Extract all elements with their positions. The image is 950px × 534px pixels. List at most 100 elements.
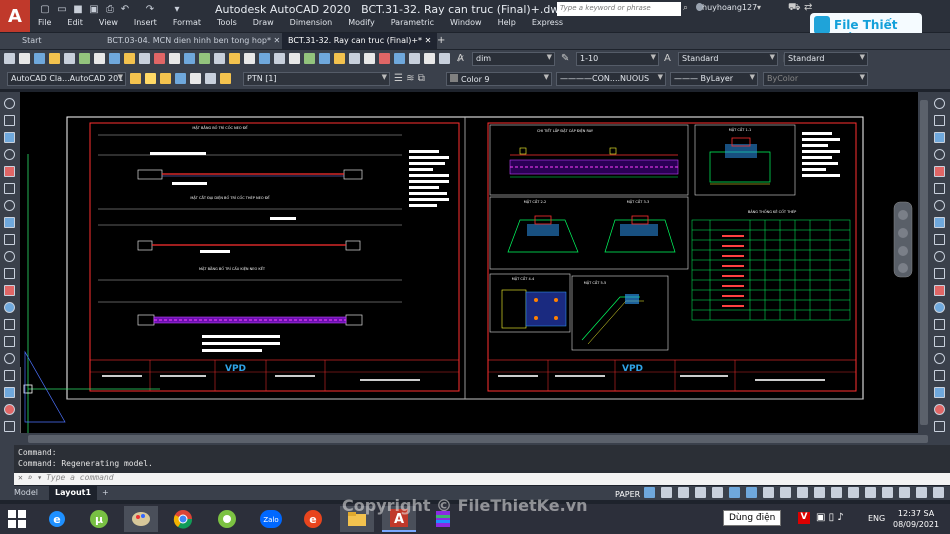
calculator-icon[interactable] bbox=[334, 53, 345, 64]
paint-icon[interactable] bbox=[124, 506, 158, 532]
lock-icon[interactable] bbox=[409, 53, 420, 64]
draw-tool-6-icon[interactable] bbox=[4, 183, 15, 194]
lightbulb-icon[interactable] bbox=[145, 73, 156, 84]
transparency-icon[interactable] bbox=[780, 487, 791, 498]
open-icon[interactable] bbox=[19, 53, 30, 64]
cut-icon[interactable] bbox=[94, 53, 105, 64]
search-input[interactable]: Type a keyword or phrase bbox=[557, 2, 681, 16]
dimension-style-dropdown[interactable]: dim ▼ bbox=[472, 52, 555, 66]
modify-tool-11-icon[interactable] bbox=[934, 268, 945, 279]
freeze-icon[interactable] bbox=[394, 53, 405, 64]
color-icon[interactable] bbox=[424, 53, 435, 64]
modify-tool-8-icon[interactable] bbox=[934, 217, 945, 228]
draw-tool-8-icon[interactable] bbox=[4, 217, 15, 228]
user-name[interactable]: huyhoang127 bbox=[702, 3, 757, 12]
modify-tool-2-icon[interactable] bbox=[934, 115, 945, 126]
tab-layout1[interactable]: Layout1 bbox=[49, 486, 98, 500]
layer-tools-icons[interactable]: ☰ ≋ ⧉ bbox=[394, 73, 438, 86]
close-icon[interactable]: ✕ bbox=[274, 36, 281, 45]
annotation-icon[interactable] bbox=[814, 487, 825, 498]
lineweight-icon[interactable] bbox=[763, 487, 774, 498]
undo-icon[interactable]: ↶ bbox=[118, 3, 132, 15]
draw-tool-10-icon[interactable] bbox=[4, 251, 15, 262]
clock[interactable]: 12:37 SA 08/09/2021 bbox=[893, 508, 939, 530]
modify-tool-10-icon[interactable] bbox=[934, 251, 945, 262]
ie-icon[interactable]: e bbox=[40, 506, 74, 532]
redo-icon[interactable]: ↷ bbox=[143, 3, 157, 15]
close-icon[interactable]: ✕ bbox=[425, 36, 432, 45]
open-icon[interactable]: ▭ bbox=[55, 3, 69, 15]
draw-tool-5-icon[interactable] bbox=[4, 166, 15, 177]
modify-tool-3-icon[interactable] bbox=[934, 132, 945, 143]
menu-express[interactable]: Express bbox=[524, 17, 571, 31]
chevron-down-icon[interactable]: ▾ bbox=[757, 3, 761, 12]
command-icons[interactable]: ✕ ⌕ ▾ bbox=[18, 473, 42, 482]
paste-icon[interactable] bbox=[124, 53, 135, 64]
system-tray-icons[interactable]: ▣ ▯ ♪ bbox=[816, 512, 844, 523]
menu-edit[interactable]: Edit bbox=[59, 17, 91, 31]
draw-tool-15-icon[interactable] bbox=[4, 336, 15, 347]
publish-icon[interactable] bbox=[79, 53, 90, 64]
menu-dimension[interactable]: Dimension bbox=[282, 17, 341, 31]
vertical-scrollbar[interactable] bbox=[918, 92, 930, 433]
customize-icon[interactable] bbox=[933, 487, 944, 498]
draw-tool-2-icon[interactable] bbox=[4, 115, 15, 126]
scale-dropdown[interactable]: 1-10 ▼ bbox=[576, 52, 659, 66]
help-icon[interactable] bbox=[349, 53, 360, 64]
modify-tool-19-icon[interactable] bbox=[934, 404, 945, 415]
utorrent-icon[interactable]: µ bbox=[82, 506, 116, 532]
new-icon[interactable]: ▢ bbox=[38, 3, 52, 15]
color-dropdown[interactable]: Color 9 ▼ bbox=[446, 72, 552, 86]
layer-state-icon[interactable] bbox=[379, 53, 390, 64]
draw-tool-20-icon[interactable] bbox=[4, 421, 15, 432]
workspace-dropdown-icon[interactable]: ▾ bbox=[170, 3, 184, 15]
modify-tool-20-icon[interactable] bbox=[934, 421, 945, 432]
modify-tool-14-icon[interactable] bbox=[934, 319, 945, 330]
save-as-icon[interactable]: ▣ bbox=[87, 3, 101, 15]
layer-dropdown[interactable]: PTN [1] ▼ bbox=[243, 72, 390, 86]
modify-tool-6-icon[interactable] bbox=[934, 183, 945, 194]
menu-file[interactable]: File bbox=[30, 17, 59, 31]
layer-match-icon[interactable] bbox=[220, 73, 231, 84]
draw-tool-16-icon[interactable] bbox=[4, 353, 15, 364]
settings-icon[interactable] bbox=[848, 487, 859, 498]
tab-drawing-1[interactable]: BCT.03-04. MCN dien hinh ben tong hop* ✕ bbox=[101, 33, 286, 49]
language-indicator[interactable]: ENG bbox=[868, 514, 885, 523]
redo-icon[interactable] bbox=[184, 53, 195, 64]
zalo-icon[interactable]: Zalo bbox=[254, 506, 288, 532]
modify-tool-12-icon[interactable] bbox=[934, 285, 945, 296]
draw-tool-13-icon[interactable] bbox=[4, 302, 15, 313]
modify-tool-1-icon[interactable] bbox=[934, 98, 945, 109]
modify-tool-7-icon[interactable] bbox=[934, 200, 945, 211]
properties-icon[interactable] bbox=[289, 53, 300, 64]
paper-space-toggle[interactable]: PAPER bbox=[615, 490, 640, 499]
markup-icon[interactable] bbox=[319, 53, 330, 64]
osnap-icon[interactable] bbox=[729, 487, 740, 498]
modify-tool-18-icon[interactable] bbox=[934, 387, 945, 398]
menu-window[interactable]: Window bbox=[442, 17, 490, 31]
quick-properties-icon[interactable] bbox=[916, 487, 927, 498]
pan-icon[interactable] bbox=[199, 53, 210, 64]
coccoc-icon[interactable] bbox=[210, 506, 244, 532]
grid-icon[interactable] bbox=[661, 487, 672, 498]
windows-start-icon[interactable] bbox=[8, 510, 26, 528]
drawing-canvas[interactable]: MẶT BẰNG BỐ TRÍ CỐC NEO ĐẾ MẶT CẮT ĐẠI D… bbox=[20, 92, 930, 433]
design-center-icon[interactable] bbox=[304, 53, 315, 64]
draw-tool-12-icon[interactable] bbox=[4, 285, 15, 296]
color-square-icon[interactable] bbox=[190, 73, 201, 84]
menu-help[interactable]: Help bbox=[490, 17, 524, 31]
sun-icon[interactable] bbox=[160, 73, 171, 84]
modify-tool-15-icon[interactable] bbox=[934, 336, 945, 347]
draw-tool-19-icon[interactable] bbox=[4, 404, 15, 415]
draw-tool-4-icon[interactable] bbox=[4, 149, 15, 160]
units-icon[interactable] bbox=[899, 487, 910, 498]
scroll-thumb[interactable] bbox=[920, 100, 928, 425]
workspace-icon[interactable] bbox=[831, 487, 842, 498]
new-layout-button[interactable]: + bbox=[96, 486, 115, 500]
modify-tool-9-icon[interactable] bbox=[934, 234, 945, 245]
draw-tool-17-icon[interactable] bbox=[4, 370, 15, 381]
tab-model[interactable]: Model bbox=[8, 486, 44, 500]
zoom-window-icon[interactable] bbox=[229, 53, 240, 64]
exchange-icon[interactable]: ⇄ bbox=[804, 2, 812, 13]
draw-tool-7-icon[interactable] bbox=[4, 200, 15, 211]
